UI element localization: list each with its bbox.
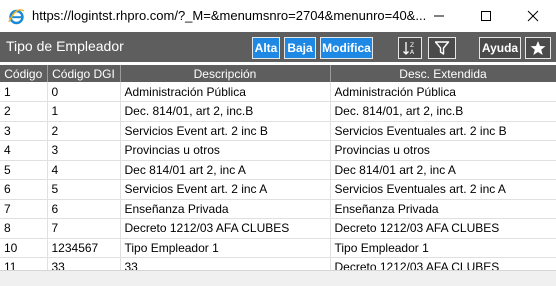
minimize-icon [434,15,444,17]
cell-codigo-dgi: 5 [47,179,121,200]
cell-descripcion: Decreto 1212/03 AFA CLUBES [120,218,331,239]
cell-descripcion: Enseñanza Privada [120,199,331,219]
svg-text:Z: Z [410,42,414,49]
svg-text:A: A [410,49,415,56]
star-icon [530,41,546,55]
column-header-descripcion[interactable]: Descripción [120,65,331,82]
column-header-codigo-dgi[interactable]: Código DGI [47,65,121,82]
table-row[interactable]: 4 3 Provincias u otros Provincias u otro… [0,140,556,161]
cell-codigo: 6 [0,179,48,200]
cell-codigo: 5 [0,160,48,180]
cell-codigo: 4 [0,140,48,161]
close-icon [527,10,539,22]
cell-desc-extendida: Enseñanza Privada [330,199,556,219]
cell-codigo: 7 [0,199,48,219]
minimize-button[interactable] [416,0,462,32]
favorite-button[interactable] [525,37,551,59]
filter-icon [434,41,450,55]
column-header-codigo[interactable]: Código [0,65,48,82]
cell-desc-extendida: Decreto 1212/03 AFA CLUBES [330,218,556,239]
cell-codigo-dgi: 0 [47,82,121,102]
cell-codigo: 10 [0,238,48,258]
modifica-button[interactable]: Modifica [320,37,373,59]
cell-descripcion: Servicios Event art. 2 inc A [120,179,331,200]
cell-desc-extendida: Provincias u otros [330,140,556,161]
cell-desc-extendida: Dec. 814/01, art 2, inc.B [330,101,556,122]
baja-button[interactable]: Baja [284,37,316,59]
page-title: Tipo de Empleador [6,38,124,54]
cell-codigo: 1 [0,82,48,102]
cell-codigo: 2 [0,101,48,122]
maximize-icon [481,11,491,21]
cell-codigo-dgi: 4 [47,160,121,180]
table-header-row: Código Código DGI Descripción Desc. Exte… [0,65,556,82]
window-footer [0,270,556,286]
cell-codigo-dgi: 7 [47,218,121,239]
cell-descripcion: Tipo Empleador 1 [120,238,331,258]
table-row[interactable]: 6 5 Servicios Event art. 2 inc A Servici… [0,179,556,200]
ayuda-button[interactable]: Ayuda [479,37,521,59]
table-row[interactable]: 5 4 Dec 814/01 art 2, inc A Dec 814/01 a… [0,160,556,180]
table-row[interactable]: 2 1 Dec. 814/01, art 2, inc.B Dec. 814/0… [0,101,556,122]
internet-explorer-icon [8,8,25,25]
cell-codigo-dgi: 3 [47,140,121,161]
cell-codigo-dgi: 1 [47,101,121,122]
cell-codigo: 3 [0,121,48,141]
column-header-desc-extendida[interactable]: Desc. Extendida [330,65,556,82]
cell-desc-extendida: Dec 814/01 art 2, inc A [330,160,556,180]
cell-descripcion: Provincias u otros [120,140,331,161]
filter-button[interactable] [428,37,456,59]
table-row[interactable]: 3 2 Servicios Event art. 2 inc B Servici… [0,121,556,141]
cell-codigo: 8 [0,218,48,239]
cell-codigo-dgi: 2 [47,121,121,141]
cell-desc-extendida: Tipo Empleador 1 [330,238,556,258]
table-row[interactable]: 1 0 Administración Pública Administració… [0,82,556,102]
cell-desc-extendida: Servicios Eventuales art. 2 inc A [330,179,556,200]
table-row[interactable]: 7 6 Enseñanza Privada Enseñanza Privada [0,199,556,219]
data-table: Código Código DGI Descripción Desc. Exte… [0,65,556,278]
cell-codigo-dgi: 6 [47,199,121,219]
cell-descripcion: Dec. 814/01, art 2, inc.B [120,101,331,122]
cell-codigo-dgi: 1234567 [47,238,121,258]
toolbar: Tipo de Empleador Alta Baja Modifica Z A… [0,32,556,62]
cell-desc-extendida: Administración Pública [330,82,556,102]
sort-za-icon: Z A [403,42,415,56]
cell-descripcion: Dec 814/01 art 2, inc A [120,160,331,180]
table-row[interactable]: 8 7 Decreto 1212/03 AFA CLUBES Decreto 1… [0,218,556,239]
window-url: https://logintst.rhpro.com/?_M=&menumsnr… [32,8,427,23]
cell-descripcion: Servicios Event art. 2 inc B [120,121,331,141]
alta-button[interactable]: Alta [252,37,280,59]
cell-desc-extendida: Servicios Eventuales art. 2 inc B [330,121,556,141]
window-titlebar: https://logintst.rhpro.com/?_M=&menumsnr… [0,0,556,32]
maximize-button[interactable] [463,0,509,32]
close-button[interactable] [510,0,556,32]
table-row[interactable]: 10 1234567 Tipo Empleador 1 Tipo Emplead… [0,238,556,258]
cell-descripcion: Administración Pública [120,82,331,102]
sort-button[interactable]: Z A [398,37,422,59]
